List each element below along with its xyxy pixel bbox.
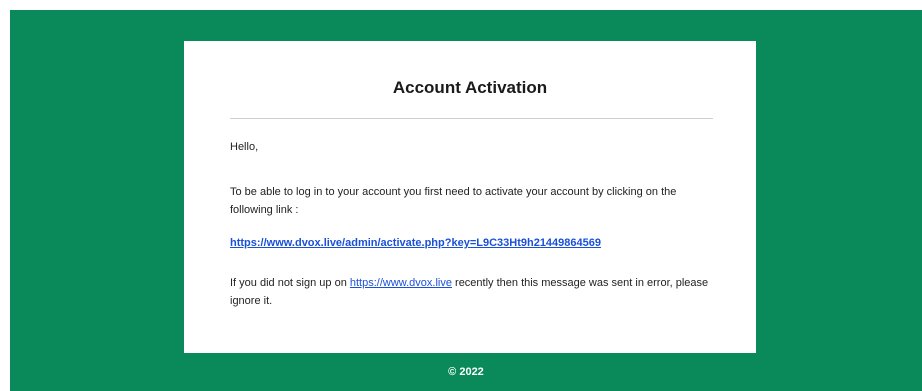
greeting-text: Hello, [230, 141, 259, 153]
instructions-text: To be able to log in to your account you… [230, 186, 677, 216]
site-link[interactable]: https://www.dvox.live [350, 277, 452, 289]
title-divider [230, 118, 713, 119]
ignore-note: If you did not sign up on https://www.dv… [230, 274, 710, 310]
activation-link[interactable]: https://www.dvox.live/admin/activate.php… [230, 237, 601, 249]
copyright-text: © 2022 [448, 366, 484, 378]
note-text-before: If you did not sign up on [230, 277, 350, 289]
email-title: Account Activation [392, 78, 548, 97]
email-card: Account Activation Hello, To be able to … [184, 41, 756, 353]
email-background: Account Activation Hello, To be able to … [10, 10, 922, 391]
